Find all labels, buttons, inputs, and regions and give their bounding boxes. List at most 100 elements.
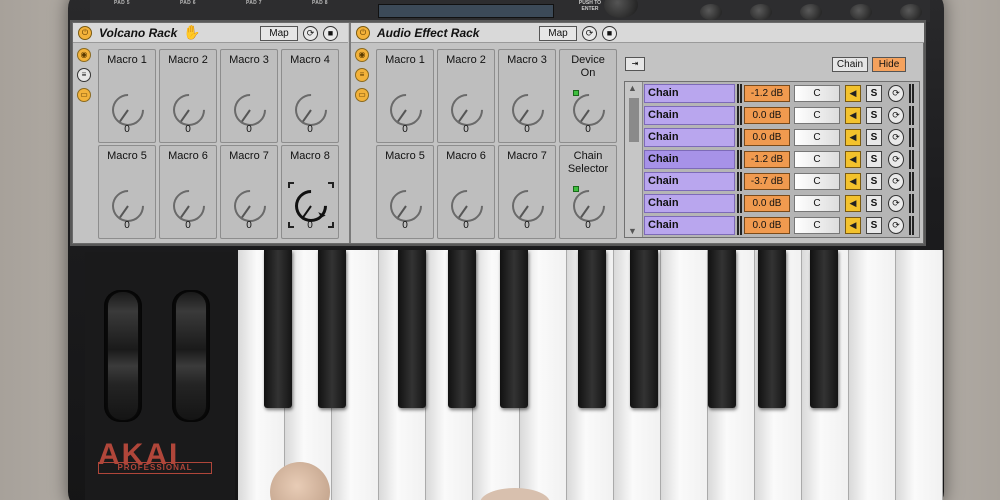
- macro-knob-2[interactable]: Macro 2 0: [437, 49, 495, 143]
- knob-icon[interactable]: [505, 183, 551, 229]
- solo-button[interactable]: S: [866, 85, 882, 102]
- chain-list-icon[interactable]: ≡: [77, 68, 91, 82]
- hot-swap-icon[interactable]: ⟳: [888, 107, 904, 124]
- macro-knob-7[interactable]: Macro 7 0: [220, 145, 278, 239]
- macro-knob-5[interactable]: Macro 5 0: [376, 145, 434, 239]
- hot-swap-icon[interactable]: ⟳: [888, 195, 904, 212]
- show-devices-icon[interactable]: ▭: [355, 88, 369, 102]
- power-icon[interactable]: ⏻: [356, 26, 370, 40]
- map-button[interactable]: Map: [539, 26, 577, 41]
- knob-icon[interactable]: [288, 87, 334, 133]
- speaker-icon[interactable]: ◀: [845, 107, 861, 124]
- macro-knob-1[interactable]: Macro 1 0: [376, 49, 434, 143]
- speaker-icon[interactable]: ◀: [845, 195, 861, 212]
- save-icon[interactable]: ■: [602, 26, 617, 41]
- macro-knob-6[interactable]: Macro 6 0: [437, 145, 495, 239]
- macro-knob-4[interactable]: Macro 4 0: [281, 49, 339, 143]
- scroll-up-icon[interactable]: ▲: [628, 83, 637, 93]
- knob-icon[interactable]: [227, 183, 273, 229]
- macro-knob-7[interactable]: Macro 7 0: [498, 145, 556, 239]
- chain-volume[interactable]: 0.0 dB: [744, 217, 790, 234]
- chain-row[interactable]: Chain 0.0 dB C ◀ S ⟳: [644, 193, 919, 214]
- chain-scrollbar[interactable]: ▲ ▼: [625, 82, 643, 237]
- knob-icon[interactable]: [383, 183, 429, 229]
- knob-icon[interactable]: [505, 87, 551, 133]
- chain-volume[interactable]: -1.2 dB: [744, 151, 790, 168]
- knob-icon[interactable]: [444, 87, 490, 133]
- speaker-icon[interactable]: ◀: [845, 217, 861, 234]
- chain-name[interactable]: Chain: [644, 84, 735, 103]
- speaker-icon[interactable]: ◀: [845, 173, 861, 190]
- chain-pan[interactable]: C: [794, 217, 840, 234]
- chain-name[interactable]: Chain: [644, 216, 735, 235]
- knob-icon[interactable]: [566, 87, 612, 133]
- chain-pan[interactable]: C: [794, 195, 840, 212]
- solo-button[interactable]: S: [866, 173, 882, 190]
- chain-toggle-icon[interactable]: ⇥: [625, 57, 645, 71]
- scroll-thumb[interactable]: [629, 98, 639, 142]
- save-icon[interactable]: ■: [323, 26, 338, 41]
- macro-knob-chain-selector[interactable]: Chain Selector 0: [559, 145, 617, 239]
- chain-volume[interactable]: -3.7 dB: [744, 173, 790, 190]
- chain-row[interactable]: Chain -3.7 dB C ◀ S ⟳: [644, 171, 919, 192]
- solo-button[interactable]: S: [866, 151, 882, 168]
- knob-icon[interactable]: [166, 87, 212, 133]
- chain-row[interactable]: Chain -1.2 dB C ◀ S ⟳: [644, 149, 919, 170]
- show-devices-icon[interactable]: ▭: [77, 88, 91, 102]
- macro-knob-8[interactable]: Macro 8 0: [281, 145, 339, 239]
- chain-row[interactable]: Chain 0.0 dB C ◀ S ⟳: [644, 105, 919, 126]
- hide-button[interactable]: Hide: [872, 57, 906, 72]
- solo-button[interactable]: S: [866, 195, 882, 212]
- macro-knob-1[interactable]: Macro 1 0: [98, 49, 156, 143]
- chain-name[interactable]: Chain: [644, 150, 735, 169]
- chain-name[interactable]: Chain: [644, 172, 735, 191]
- chain-volume[interactable]: -1.2 dB: [744, 85, 790, 102]
- macro-knob-3[interactable]: Macro 3 0: [498, 49, 556, 143]
- chain-list-icon[interactable]: ≡: [355, 68, 369, 82]
- macro-knob-device-on[interactable]: Device On 0: [559, 49, 617, 143]
- macro-knob-2[interactable]: Macro 2 0: [159, 49, 217, 143]
- knob-icon[interactable]: [383, 87, 429, 133]
- chain-volume[interactable]: 0.0 dB: [744, 195, 790, 212]
- hot-swap-icon[interactable]: ⟳: [888, 217, 904, 234]
- macro-knob-6[interactable]: Macro 6 0: [159, 145, 217, 239]
- solo-button[interactable]: S: [866, 217, 882, 234]
- chain-name[interactable]: Chain: [644, 194, 735, 213]
- power-icon[interactable]: ⏻: [78, 26, 92, 40]
- chain-name[interactable]: Chain: [644, 128, 735, 147]
- speaker-icon[interactable]: ◀: [845, 129, 861, 146]
- knob-icon[interactable]: [227, 87, 273, 133]
- solo-button[interactable]: S: [866, 129, 882, 146]
- chain-volume[interactable]: 0.0 dB: [744, 129, 790, 146]
- knob-icon[interactable]: [566, 183, 612, 229]
- knob-icon[interactable]: [166, 183, 212, 229]
- knob-icon[interactable]: [444, 183, 490, 229]
- show-macros-icon[interactable]: ◉: [77, 48, 91, 62]
- hot-swap-icon[interactable]: ⟳: [888, 85, 904, 102]
- hot-swap-icon[interactable]: ⟳: [888, 129, 904, 146]
- macro-knob-3[interactable]: Macro 3 0: [220, 49, 278, 143]
- speaker-icon[interactable]: ◀: [845, 85, 861, 102]
- chain-pan[interactable]: C: [794, 129, 840, 146]
- map-button[interactable]: Map: [260, 26, 298, 41]
- hot-swap-icon[interactable]: ⟳: [303, 26, 318, 41]
- chain-pan[interactable]: C: [794, 173, 840, 190]
- show-macros-icon[interactable]: ◉: [355, 48, 369, 62]
- scroll-down-icon[interactable]: ▼: [628, 226, 637, 236]
- hot-swap-icon[interactable]: ⟳: [888, 151, 904, 168]
- hot-swap-icon[interactable]: ⟳: [888, 173, 904, 190]
- chain-button[interactable]: Chain: [832, 57, 868, 72]
- chain-pan[interactable]: C: [794, 107, 840, 124]
- macro-knob-5[interactable]: Macro 5 0: [98, 145, 156, 239]
- speaker-icon[interactable]: ◀: [845, 151, 861, 168]
- chain-pan[interactable]: C: [794, 85, 840, 102]
- knob-icon[interactable]: [105, 87, 151, 133]
- chain-row[interactable]: Chain 0.0 dB C ◀ S ⟳: [644, 215, 919, 236]
- knob-icon[interactable]: [105, 183, 151, 229]
- solo-button[interactable]: S: [866, 107, 882, 124]
- chain-volume[interactable]: 0.0 dB: [744, 107, 790, 124]
- chain-pan[interactable]: C: [794, 151, 840, 168]
- chain-row[interactable]: Chain -1.2 dB C ◀ S ⟳: [644, 83, 919, 104]
- hot-swap-icon[interactable]: ⟳: [582, 26, 597, 41]
- chain-name[interactable]: Chain: [644, 106, 735, 125]
